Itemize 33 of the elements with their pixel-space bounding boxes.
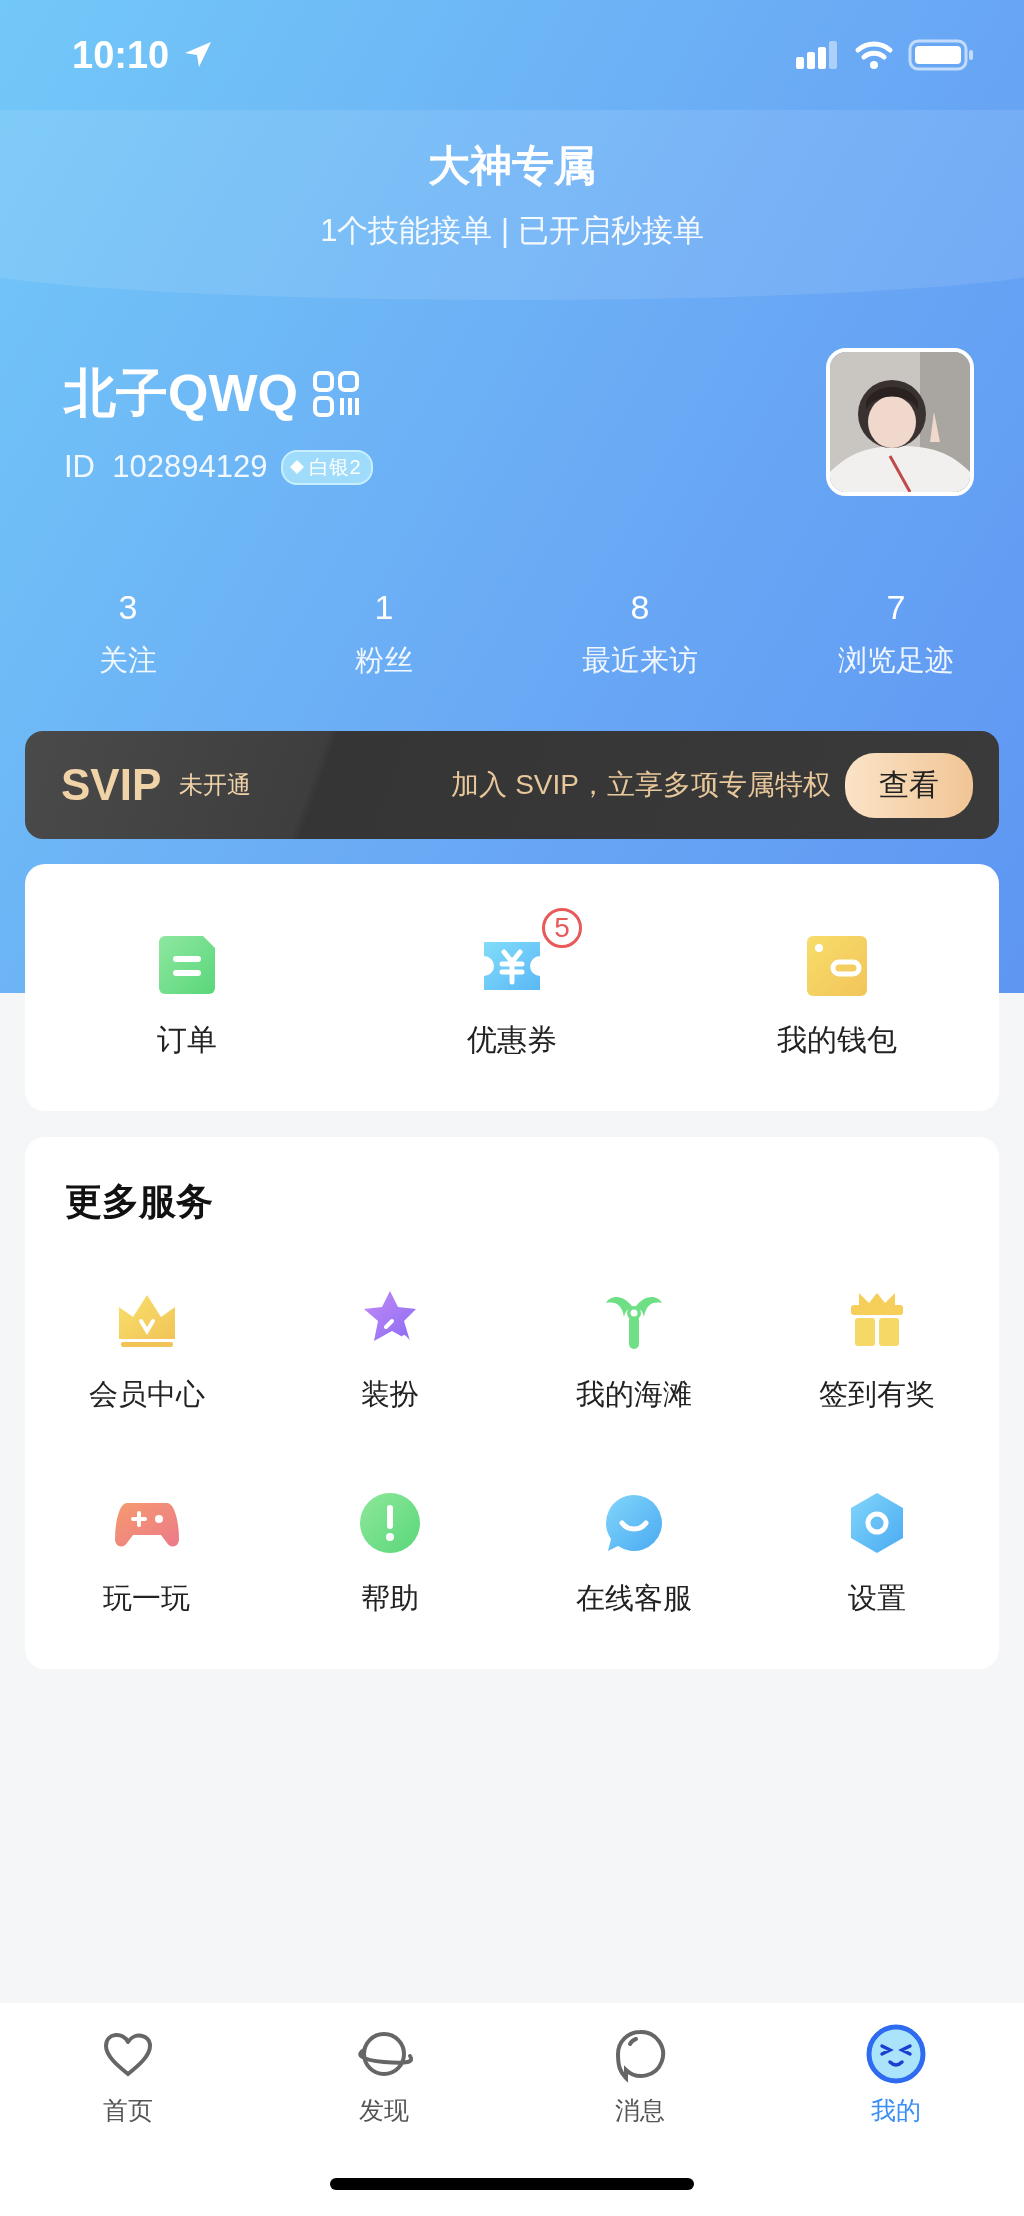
section-title: 更多服务 <box>64 1180 214 1224</box>
service-item[interactable]: 在线客服 <box>512 1491 756 1649</box>
smiling-face-icon <box>866 2024 926 2084</box>
header-title: 大神专属 <box>428 141 596 191</box>
svip-status: 未开通 <box>179 770 252 800</box>
level-badge: 白银2 <box>281 449 373 485</box>
count-badge: 5 <box>542 908 582 948</box>
service-item[interactable]: 签到有奖 <box>755 1287 999 1445</box>
service-item[interactable]: 会员中心 <box>25 1287 269 1445</box>
view-button[interactable]: 查看 <box>845 752 973 818</box>
wifi-icon <box>854 40 894 70</box>
wallet-icon <box>804 934 869 998</box>
quick-action[interactable]: 我的钱包 <box>674 864 999 1111</box>
quick-action[interactable]: 订单 <box>25 864 350 1111</box>
battery-icon <box>908 39 974 71</box>
service-item[interactable]: 我的海滩 <box>512 1287 756 1445</box>
quick-action[interactable]: 优惠券 5 <box>349 864 675 1111</box>
header-subtitle: 1个技能接单 | 已开启秒接单 <box>320 212 704 250</box>
user-id: ID 102894129 <box>64 449 268 485</box>
exclamation-icon <box>358 1491 423 1555</box>
tab[interactable]: 发现 <box>256 2023 512 2128</box>
signal-icon <box>796 41 840 69</box>
status-time: 10:10 <box>72 33 170 77</box>
service-item[interactable]: 设置 <box>755 1491 999 1649</box>
service-item[interactable]: 玩一玩 <box>25 1491 269 1649</box>
svip-banner[interactable]: SVIP 未开通 加入 SVIP，立享多项专属特权 查看 <box>25 731 999 839</box>
svip-title: SVIP <box>61 760 162 810</box>
tab[interactable]: 消息 <box>512 2023 768 2128</box>
service-item[interactable]: 装扮 <box>268 1287 512 1445</box>
tab[interactable]: 首页 <box>0 2023 256 2128</box>
svip-promo-text: 加入 SVIP，立享多项专属特权 <box>451 768 831 802</box>
service-item[interactable]: 帮助 <box>268 1491 512 1649</box>
user-name: 北子QWQ <box>64 363 298 424</box>
